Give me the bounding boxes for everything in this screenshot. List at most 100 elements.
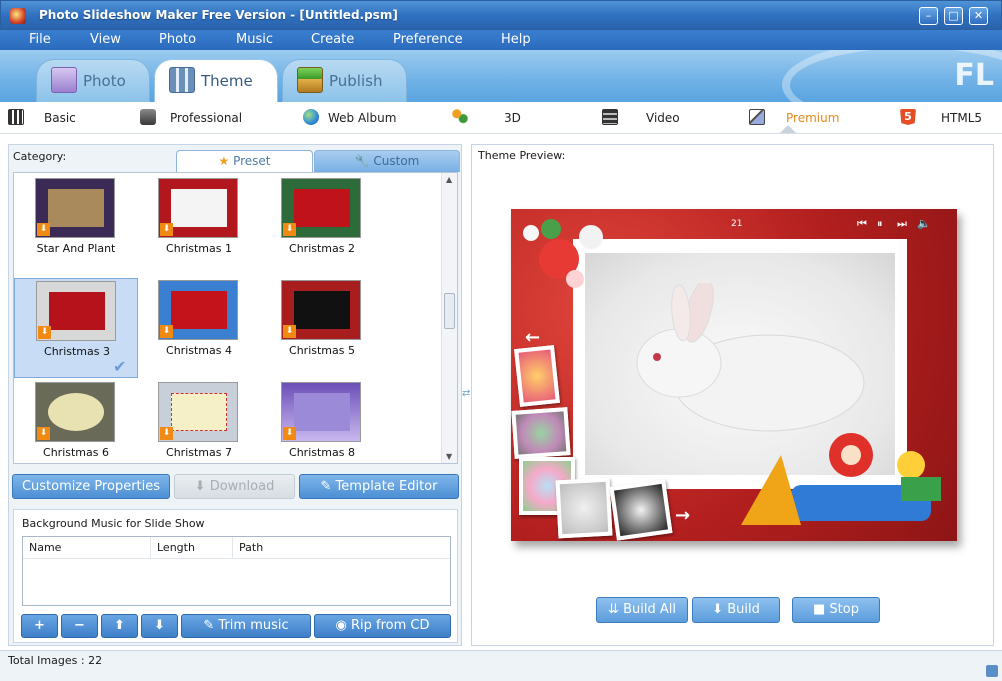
maximize-button[interactable]: □ xyxy=(944,7,963,25)
subtab-html5[interactable]: HTML5 xyxy=(941,111,982,125)
theme-item-christmas-7[interactable]: ⬇ Christmas 7 xyxy=(137,380,261,463)
theme-thumbnail: ⬇ xyxy=(281,280,361,340)
theme-preview-canvas[interactable]: 21 ⏮ ⏸ ⏭ 🔈 ← → xyxy=(511,209,957,541)
snapshot-rabbit xyxy=(555,477,613,539)
theme-item-christmas-5[interactable]: ⬇ Christmas 5 xyxy=(260,278,384,378)
rip-from-cd-label: Rip from CD xyxy=(350,618,430,633)
download-badge-icon: ⬇ xyxy=(160,223,173,236)
next-track-icon[interactable]: ⏭ xyxy=(897,217,907,231)
build-button[interactable]: ⬇ Build xyxy=(692,597,780,623)
music-list-table[interactable]: Name Length Path xyxy=(22,536,451,606)
photo-album-icon xyxy=(51,67,77,93)
preview-prev-arrow-icon[interactable]: ← xyxy=(525,327,540,348)
close-button[interactable]: ✕ xyxy=(969,7,988,25)
preview-next-arrow-icon[interactable]: → xyxy=(675,505,690,526)
resize-grip-icon[interactable] xyxy=(986,665,998,677)
tab-preset-label: Preset xyxy=(233,154,271,168)
remove-music-button[interactable]: − xyxy=(61,614,98,638)
pause-icon[interactable]: ⏸ xyxy=(877,217,883,231)
menu-photo[interactable]: Photo xyxy=(159,32,196,47)
scroll-down-icon[interactable]: ▼ xyxy=(446,452,452,461)
theme-thumbnail: ⬇ xyxy=(158,382,238,442)
previous-track-icon[interactable]: ⏮ xyxy=(857,217,867,231)
subtab-basic[interactable]: Basic xyxy=(44,111,76,125)
volume-icon[interactable]: 🔈 xyxy=(917,217,931,230)
scrollbar-thumb[interactable] xyxy=(444,293,455,329)
column-header-length[interactable]: Length xyxy=(151,537,233,559)
build-all-button[interactable]: ⇊ Build All xyxy=(596,597,688,623)
film-icon xyxy=(602,109,618,125)
build-label: Build xyxy=(727,602,760,617)
theme-item-christmas-1[interactable]: ⬇ Christmas 1 xyxy=(137,176,261,276)
download-badge-icon: ⬇ xyxy=(160,325,173,338)
theme-grid-scrollbar[interactable]: ▲ ▼ xyxy=(441,173,457,463)
theme-thumbnail: ⬇ xyxy=(36,281,116,341)
theme-label: Christmas 6 xyxy=(43,446,109,459)
theme-thumbnail: ⬇ xyxy=(281,178,361,238)
slide-number: 21 xyxy=(731,219,743,229)
download-button[interactable]: ⬇ Download xyxy=(174,474,295,499)
theme-category-strip: Basic Professional Web Album 3D Video Pr… xyxy=(0,102,1002,134)
theme-label: Christmas 2 xyxy=(289,242,355,255)
menu-file[interactable]: File xyxy=(29,32,51,47)
theme-label: Christmas 8 xyxy=(289,446,355,459)
arrow-down-icon: ⬇ xyxy=(154,618,165,633)
theme-item-christmas-6[interactable]: ⬇ Christmas 6 xyxy=(14,380,138,463)
tab-photo-label: Photo xyxy=(83,72,126,90)
theme-thumbnail: ⬇ xyxy=(281,382,361,442)
menu-music[interactable]: Music xyxy=(236,32,273,47)
theme-item-star-and-plant[interactable]: ⬇ Star And Plant xyxy=(14,176,138,276)
column-header-path[interactable]: Path xyxy=(233,537,450,559)
subtab-video[interactable]: Video xyxy=(646,111,680,125)
total-images-count: Total Images : 22 xyxy=(8,654,103,667)
theme-label: Star And Plant xyxy=(36,242,116,255)
tab-publish[interactable]: Publish xyxy=(282,59,407,102)
stop-square-icon: ■ xyxy=(813,602,830,617)
flower-ornament xyxy=(523,219,603,288)
menu-view[interactable]: View xyxy=(90,32,121,47)
menu-preference[interactable]: Preference xyxy=(393,32,463,47)
theme-thumbnail: ⬇ xyxy=(158,280,238,340)
minimize-button[interactable]: – xyxy=(919,7,938,25)
template-editor-button[interactable]: ✎ Template Editor xyxy=(299,474,459,499)
thumbnail-photo xyxy=(49,292,105,330)
tab-custom[interactable]: 🔧 Custom xyxy=(314,150,460,172)
tab-theme[interactable]: Theme xyxy=(154,59,278,102)
rip-from-cd-button[interactable]: ◉ Rip from CD xyxy=(314,614,451,638)
menu-help[interactable]: Help xyxy=(501,32,531,47)
customize-properties-button[interactable]: Customize Properties xyxy=(12,474,170,499)
theme-item-christmas-3[interactable]: ⬇ Christmas 3 ✔ xyxy=(14,278,138,378)
scroll-up-icon[interactable]: ▲ xyxy=(446,175,452,184)
snapshot-fill xyxy=(614,483,668,537)
trim-music-button[interactable]: ✎ Trim music xyxy=(181,614,311,638)
move-up-button[interactable]: ⬆ xyxy=(101,614,138,638)
theme-item-christmas-2[interactable]: ⬇ Christmas 2 xyxy=(260,176,384,276)
window-title: Photo Slideshow Maker Free Version - [Un… xyxy=(39,8,398,22)
column-header-name[interactable]: Name xyxy=(23,537,151,559)
theme-item-christmas-8[interactable]: ⬇ Christmas 8 xyxy=(260,380,384,463)
download-badge-icon: ⬇ xyxy=(37,427,50,440)
move-down-button[interactable]: ⬇ xyxy=(141,614,178,638)
theme-item-christmas-4[interactable]: ⬇ Christmas 4 xyxy=(137,278,261,378)
snapshot-candy xyxy=(514,345,560,407)
background-music-title: Background Music for Slide Show xyxy=(22,517,205,530)
subtab-professional[interactable]: Professional xyxy=(170,111,242,125)
briefcase-icon xyxy=(140,109,156,125)
subtab-premium[interactable]: Premium xyxy=(786,111,839,125)
tab-preset[interactable]: ★ Preset xyxy=(176,150,313,172)
star-icon: ★ xyxy=(218,154,230,168)
panel-splitter-handle[interactable]: ⇄ xyxy=(462,388,470,399)
stop-button[interactable]: ■ Stop xyxy=(792,597,880,623)
subtab-3d[interactable]: 3D xyxy=(504,111,521,125)
theme-preview-label: Theme Preview: xyxy=(478,149,566,162)
tab-custom-label: Custom xyxy=(373,154,420,168)
download-badge-icon: ⬇ xyxy=(283,223,296,236)
plus-icon: + xyxy=(34,618,45,633)
globe-icon xyxy=(303,109,319,125)
subtab-web-album[interactable]: Web Album xyxy=(328,111,396,125)
menu-create[interactable]: Create xyxy=(311,32,354,47)
add-music-button[interactable]: + xyxy=(21,614,58,638)
pencil-icon: ✎ xyxy=(203,618,219,633)
download-badge-icon: ⬇ xyxy=(283,427,296,440)
tab-photo[interactable]: Photo xyxy=(36,59,150,102)
